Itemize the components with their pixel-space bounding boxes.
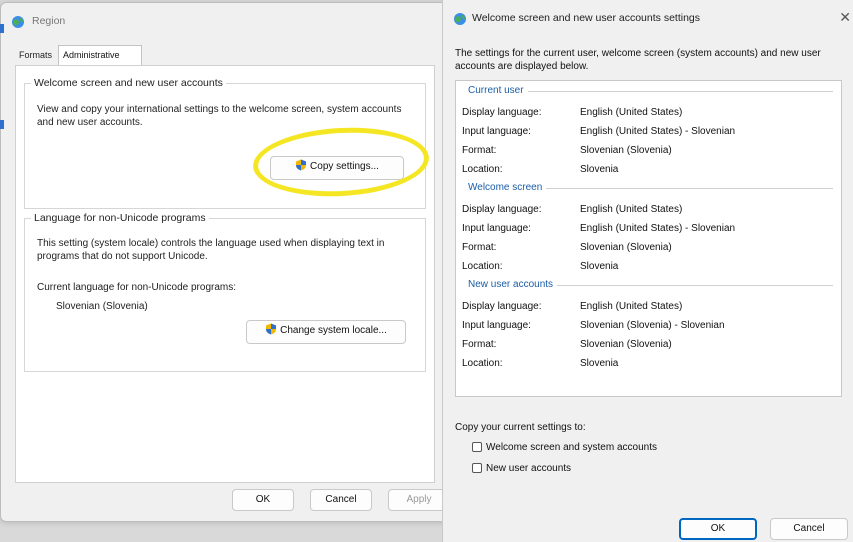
new-user-accounts-checkbox-row[interactable]: New user accounts — [472, 463, 571, 474]
setting-label: Display language: — [462, 301, 542, 312]
welcome-intro-text: The settings for the current user, welco… — [455, 48, 821, 72]
section-title: Current user — [468, 85, 524, 96]
welcome-screen-checkbox-row[interactable]: Welcome screen and system accounts — [472, 442, 657, 453]
setting-value: Slovenia — [580, 261, 619, 272]
shield-icon — [266, 323, 277, 335]
setting-label: Format: — [462, 145, 497, 156]
setting-label: Input language: — [462, 320, 531, 331]
new-user-accounts-checkbox[interactable] — [472, 463, 482, 473]
welcome-titlebar: Welcome screen and new user accounts set… — [443, 0, 853, 38]
section-divider — [546, 188, 833, 189]
welcome-screen-checkbox[interactable] — [472, 442, 482, 452]
region-apply-button[interactable]: Apply — [388, 489, 450, 511]
region-cancel-button[interactable]: Cancel — [310, 489, 372, 511]
welcome-screen-group-label: Welcome screen and new user accounts — [34, 77, 223, 89]
setting-label: Location: — [462, 358, 503, 369]
globe-icon — [12, 16, 24, 28]
setting-value: Slovenian (Slovenia) - Slovenian — [580, 320, 725, 331]
setting-value: English (United States) - Slovenian — [580, 223, 736, 234]
new-user-accounts-checkbox-label: New user accounts — [486, 463, 572, 474]
change-system-locale-button[interactable]: Change system locale... — [246, 320, 406, 344]
current-language-label: Current language for non-Unicode program… — [37, 282, 236, 293]
setting-label: Location: — [462, 261, 503, 272]
setting-value: English (United States) — [580, 204, 683, 215]
region-ok-button[interactable]: OK — [232, 489, 294, 511]
non-unicode-description: This setting (system locale) controls th… — [37, 238, 385, 262]
close-icon[interactable]: ✕ — [839, 9, 851, 26]
setting-label: Location: — [462, 164, 503, 175]
welcome-screen-checkbox-label: Welcome screen and system accounts — [486, 442, 658, 453]
setting-value: English (United States) — [580, 107, 683, 118]
non-unicode-group-label: Language for non-Unicode programs — [34, 212, 206, 224]
settings-summary-box: Current user Display language: English (Un… — [455, 80, 842, 397]
setting-label: Format: — [462, 242, 497, 253]
background-window-fragment — [0, 24, 4, 33]
setting-label: Input language: — [462, 126, 531, 137]
setting-value: Slovenia — [580, 164, 619, 175]
tab-formats[interactable]: Formats — [15, 48, 57, 65]
region-dialog: Region Formats Administrative Welcome sc… — [0, 2, 452, 522]
section-divider — [557, 285, 833, 286]
background-window-fragment — [0, 120, 4, 129]
setting-value: Slovenian (Slovenia) — [580, 242, 672, 253]
welcome-ok-button[interactable]: OK — [679, 518, 757, 540]
setting-value: English (United States) — [580, 301, 683, 312]
tab-administrative[interactable]: Administrative — [58, 45, 142, 65]
welcome-cancel-button[interactable]: Cancel — [770, 518, 848, 540]
welcome-screen-description: View and copy your international setting… — [37, 104, 402, 128]
welcome-settings-dialog: Welcome screen and new user accounts set… — [442, 0, 853, 542]
setting-value: Slovenian (Slovenia) — [580, 145, 672, 156]
setting-label: Format: — [462, 339, 497, 350]
region-titlebar: Region — [1, 3, 451, 41]
setting-value: English (United States) - Slovenian — [580, 126, 736, 137]
section-title: New user accounts — [468, 279, 554, 290]
region-title: Region — [32, 15, 66, 27]
setting-value: Slovenia — [580, 358, 619, 369]
welcome-title: Welcome screen and new user accounts set… — [472, 12, 701, 24]
copy-settings-to-label: Copy your current settings to: — [455, 422, 586, 433]
section-divider — [528, 91, 833, 92]
setting-label: Display language: — [462, 204, 542, 215]
change-system-locale-label: Change system locale... — [280, 325, 387, 336]
setting-label: Display language: — [462, 107, 542, 118]
setting-label: Input language: — [462, 223, 531, 234]
section-title: Welcome screen — [468, 182, 543, 193]
current-language-value: Slovenian (Slovenia) — [56, 301, 148, 312]
administrative-tab-panel: Welcome screen and new user accounts Vie… — [15, 65, 435, 483]
setting-value: Slovenian (Slovenia) — [580, 339, 672, 350]
globe-icon — [454, 13, 466, 25]
